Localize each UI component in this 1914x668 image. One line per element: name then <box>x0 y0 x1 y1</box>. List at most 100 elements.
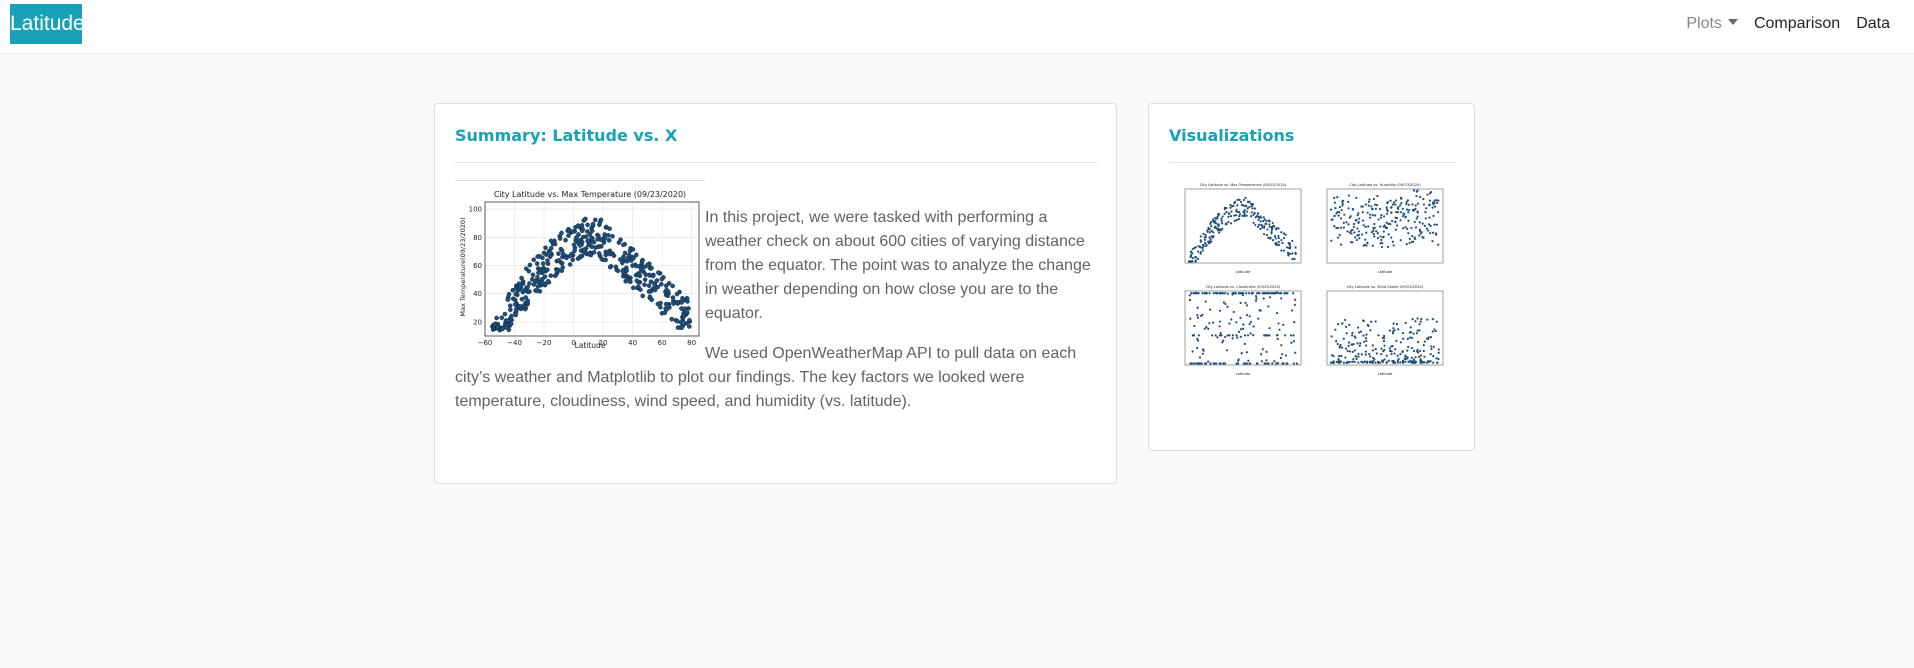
thumb-point <box>1348 323 1351 326</box>
thumb-point <box>1210 230 1213 233</box>
thumb-point <box>1257 218 1260 222</box>
thumb-point <box>1270 227 1274 230</box>
brand-logo[interactable]: Latitude <box>10 4 82 44</box>
thumb-point <box>1433 223 1436 226</box>
thumb-point <box>1374 361 1377 364</box>
data-point <box>681 314 687 319</box>
thumb-point <box>1193 292 1196 295</box>
thumb-point <box>1360 360 1363 363</box>
thumb-point <box>1231 337 1234 340</box>
thumb-point <box>1276 334 1279 337</box>
thumb-point <box>1207 360 1210 363</box>
thumb-point <box>1194 256 1197 259</box>
nav-data-link[interactable]: Data <box>1856 15 1890 33</box>
data-point <box>519 275 524 281</box>
thumb-point <box>1234 292 1237 295</box>
thumb-point <box>1208 292 1211 295</box>
thumb-point <box>1245 210 1249 213</box>
thumb-point <box>1425 337 1428 340</box>
data-point <box>640 293 646 299</box>
thumb-point <box>1416 202 1420 205</box>
thumb-point <box>1404 354 1407 357</box>
thumb-point <box>1343 213 1346 216</box>
thumb-point <box>1188 298 1192 302</box>
thumb-point <box>1197 334 1200 337</box>
data-point <box>642 282 647 287</box>
thumb-point <box>1268 220 1271 223</box>
thumb-point <box>1231 334 1234 337</box>
thumb-point <box>1403 357 1406 360</box>
data-point <box>659 281 664 287</box>
data-point <box>545 258 550 263</box>
thumb-point <box>1236 336 1239 339</box>
thumb-point <box>1418 234 1421 237</box>
data-point <box>659 276 665 282</box>
thumb-point <box>1189 362 1192 365</box>
thumb-point <box>1404 216 1407 219</box>
data-point <box>579 228 585 234</box>
thumb-point <box>1290 341 1293 344</box>
thumb-point <box>1271 362 1274 365</box>
thumb-point <box>1374 347 1377 351</box>
thumbnail-max-temp[interactable]: City Latitude vs. Max Temperature (09/23… <box>1169 180 1309 276</box>
thumbnail-humidity[interactable]: City Latitude vs. Humidity (09/23/2020) … <box>1311 180 1451 276</box>
thumb-point <box>1413 237 1417 240</box>
thumb-point <box>1417 355 1421 358</box>
thumb-point <box>1377 360 1380 363</box>
nav-menu: Plots Comparison Data <box>1670 15 1890 33</box>
thumbnail-points <box>1188 196 1297 263</box>
thumb-point <box>1265 350 1268 353</box>
thumb-point <box>1353 231 1356 234</box>
thumb-point <box>1399 219 1402 222</box>
data-point <box>618 237 623 242</box>
thumb-point <box>1217 213 1221 216</box>
thumb-point <box>1407 203 1410 206</box>
data-point <box>530 272 536 278</box>
thumb-point <box>1389 223 1392 226</box>
thumb-point <box>1422 198 1425 201</box>
thumb-point <box>1245 313 1249 317</box>
thumb-point <box>1340 243 1343 246</box>
thumb-point <box>1282 249 1285 252</box>
data-point <box>508 307 513 313</box>
data-point <box>512 302 518 307</box>
thumb-point <box>1433 205 1437 208</box>
thumb-point <box>1268 225 1271 228</box>
data-point <box>587 240 592 246</box>
thumb-point <box>1399 239 1402 242</box>
thumb-point <box>1252 213 1255 216</box>
thumb-point <box>1365 344 1368 347</box>
thumb-point <box>1410 336 1414 340</box>
nav-comparison-link[interactable]: Comparison <box>1754 15 1840 33</box>
data-point <box>649 265 654 271</box>
thumb-point <box>1397 328 1400 331</box>
data-point <box>591 249 597 255</box>
data-point <box>645 262 650 268</box>
thumb-point <box>1208 231 1211 234</box>
data-point <box>611 253 617 258</box>
thumb-point <box>1288 247 1292 250</box>
thumb-point <box>1416 215 1419 218</box>
thumb-point <box>1428 223 1431 226</box>
data-point <box>510 287 516 293</box>
thumb-point <box>1268 223 1271 226</box>
thumb-point <box>1405 202 1408 206</box>
thumb-point <box>1348 216 1351 219</box>
thumb-point <box>1372 359 1375 362</box>
thumb-point <box>1246 200 1250 203</box>
thumbnail-cloudiness[interactable]: City Latitude vs. Cloudiness (09/23/2020… <box>1169 282 1309 378</box>
thumb-point <box>1246 207 1249 210</box>
thumb-point <box>1373 222 1376 226</box>
thumbnail-wind-speed[interactable]: City Latitude vs. Wind Speed (09/23/2020… <box>1311 282 1451 378</box>
thumb-point <box>1365 361 1369 364</box>
thumb-point <box>1361 233 1364 236</box>
thumb-point <box>1242 210 1245 213</box>
thumb-point <box>1369 213 1372 216</box>
thumb-point <box>1411 346 1414 350</box>
thumb-point <box>1357 212 1360 215</box>
data-point <box>675 299 680 305</box>
data-point <box>500 326 505 332</box>
nav-plots-dropdown[interactable]: Plots <box>1686 15 1738 33</box>
data-point <box>650 273 656 279</box>
data-point <box>543 245 548 251</box>
